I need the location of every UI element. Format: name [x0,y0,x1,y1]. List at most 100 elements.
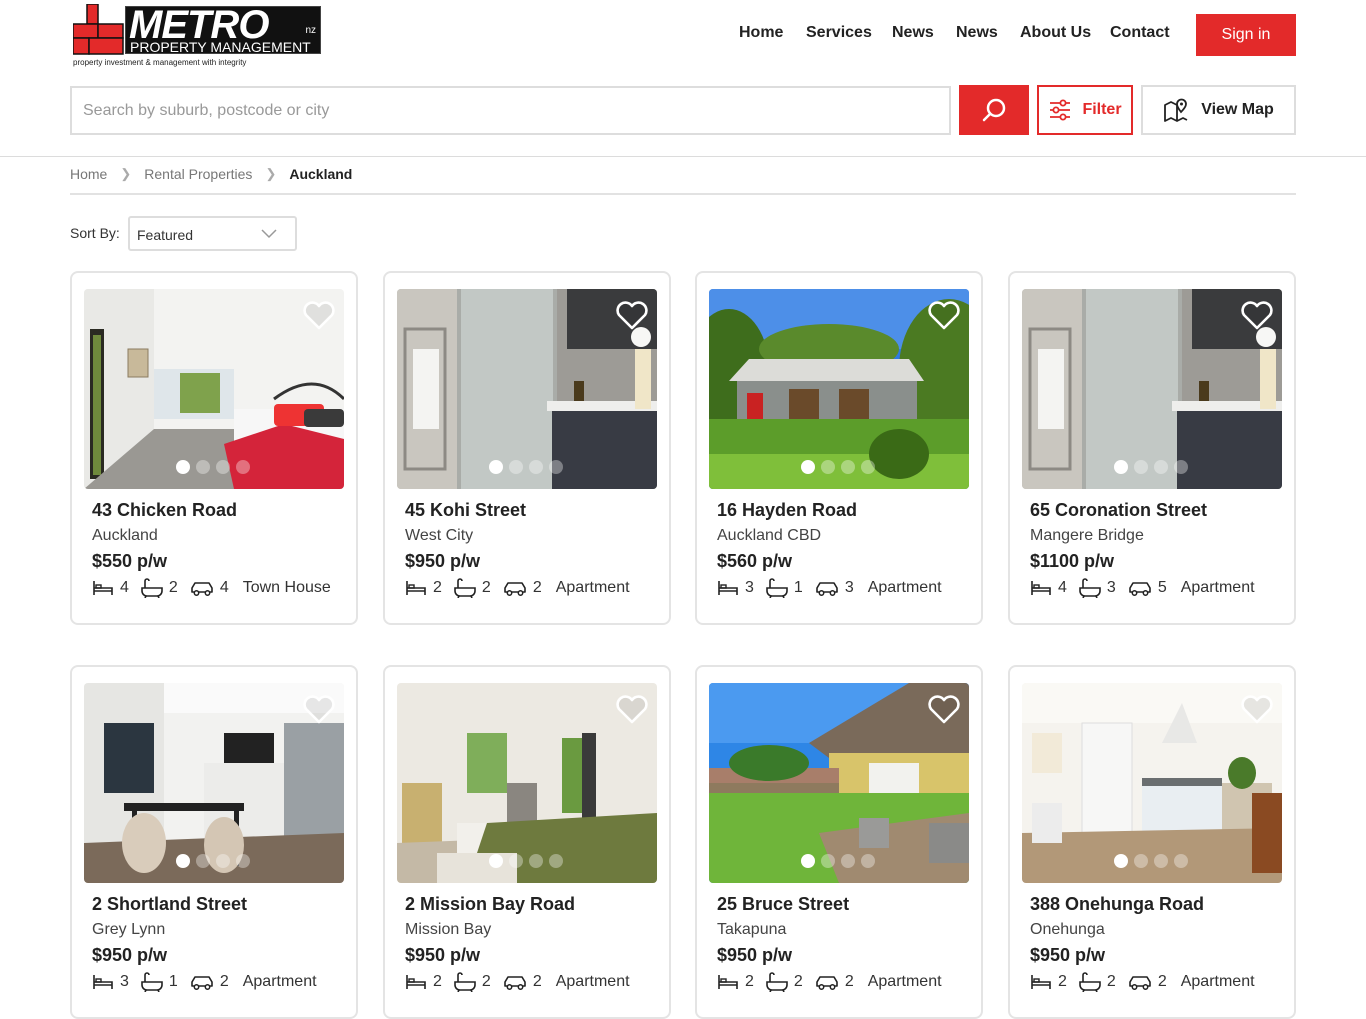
listing-photo[interactable] [709,683,969,883]
bath-icon [454,578,476,598]
carousel-dot[interactable] [509,854,523,868]
carousel-dot[interactable] [1174,460,1188,474]
carousel-dot[interactable] [841,460,855,474]
breadcrumb-rental-properties[interactable]: Rental Properties [144,166,252,182]
nav-contact[interactable]: Contact [1110,24,1170,42]
favorite-heart-icon[interactable] [1240,301,1274,331]
sign-in-button[interactable]: Sign in [1196,14,1296,56]
carousel-dot[interactable] [841,854,855,868]
sort-select[interactable]: Featured [128,216,297,251]
carousel-dot[interactable] [1134,854,1148,868]
carousel-dot[interactable] [489,460,503,474]
listing-card[interactable]: 2 Mission Bay Road Mission Bay $950 p/w … [383,665,671,1019]
listing-card[interactable]: 16 Hayden Road Auckland CBD $560 p/w 3 1… [695,271,983,625]
favorite-heart-icon[interactable] [615,695,649,725]
car-icon [504,582,526,596]
carousel-dot[interactable] [489,854,503,868]
bathroom-count: 2 [793,973,803,990]
filter-label: Filter [1082,101,1122,118]
carousel-dot[interactable] [176,854,190,868]
nav-about-us[interactable]: About Us [1020,24,1091,42]
view-map-button[interactable]: View Map [1141,85,1296,135]
listing-address[interactable]: 2 Shortland Street [92,894,247,915]
carousel-dot[interactable] [861,460,875,474]
nav-news-2[interactable]: News [956,24,998,42]
carousel-dot[interactable] [1114,854,1128,868]
carousel-dot[interactable] [529,460,543,474]
carousel-dot[interactable] [861,854,875,868]
favorite-heart-icon[interactable] [302,695,336,725]
nav-news[interactable]: News [892,24,934,42]
carousel-dot[interactable] [236,854,250,868]
bedroom-count: 4 [1058,579,1067,596]
carousel-dot[interactable] [821,854,835,868]
carousel-dot[interactable] [549,854,563,868]
carousel-dot[interactable] [1154,460,1168,474]
listing-photo[interactable] [1022,289,1282,489]
bath-icon [141,972,163,992]
carousel-dot[interactable] [216,460,230,474]
favorite-heart-icon[interactable] [927,301,961,331]
listing-photo[interactable] [397,683,657,883]
listing-card[interactable]: 43 Chicken Road Auckland $550 p/w 4 2 4 … [70,271,358,625]
carousel-dot[interactable] [236,460,250,474]
chevron-down-icon [261,229,277,239]
listing-photo[interactable] [1022,683,1282,883]
carousel-dots [1114,854,1188,868]
listing-photo[interactable] [397,289,657,489]
carousel-dot[interactable] [176,460,190,474]
bedrooms: 4 [1030,579,1067,597]
listing-photo[interactable] [709,289,969,489]
listing-address[interactable]: 2 Mission Bay Road [405,894,575,915]
listing-features: 3 1 2 Apartment [92,972,317,992]
carousel-dot[interactable] [509,460,523,474]
listing-address[interactable]: 388 Onehunga Road [1030,894,1204,915]
bed-icon [406,581,426,595]
carousel-dot[interactable] [1114,460,1128,474]
carousel-dot[interactable] [1154,854,1168,868]
carousel-dot[interactable] [216,854,230,868]
carousel-dot[interactable] [821,460,835,474]
listing-suburb: West City [405,527,474,544]
carousel-dot[interactable] [529,854,543,868]
nav-services[interactable]: Services [806,24,872,42]
listing-address[interactable]: 45 Kohi Street [405,500,526,521]
listing-address[interactable]: 25 Bruce Street [717,894,849,915]
filter-button[interactable]: Filter [1037,85,1133,135]
listing-address[interactable]: 65 Coronation Street [1030,500,1207,521]
listing-card[interactable]: 45 Kohi Street West City $950 p/w 2 2 2 … [383,271,671,625]
carousel-dot[interactable] [196,460,210,474]
listing-card[interactable]: 65 Coronation Street Mangere Bridge $110… [1008,271,1296,625]
logo-tagline: property investment & management with in… [73,58,247,67]
breadcrumb: Home ❯ Rental Properties ❯ Auckland [70,166,1296,195]
listing-card[interactable]: 2 Shortland Street Grey Lynn $950 p/w 3 … [70,665,358,1019]
listing-address[interactable]: 16 Hayden Road [717,500,857,521]
listing-card[interactable]: 388 Onehunga Road Onehunga $950 p/w 2 2 … [1008,665,1296,1019]
bath-icon [766,972,788,992]
car-space-count: 2 [1157,973,1167,990]
carousel-dots [489,854,563,868]
carousel-dot[interactable] [549,460,563,474]
carousel-dot[interactable] [801,460,815,474]
favorite-heart-icon[interactable] [302,301,336,331]
favorite-heart-icon[interactable] [615,301,649,331]
carousel-dots [801,460,875,474]
listing-photo[interactable] [84,289,344,489]
carousel-dot[interactable] [801,854,815,868]
search-input[interactable] [70,86,951,135]
favorite-heart-icon[interactable] [927,695,961,725]
metro-logo[interactable]: METRO nz PROPERTY MANAGEMENT property in… [73,3,323,68]
favorite-heart-icon[interactable] [1240,695,1274,725]
listing-photo[interactable] [84,683,344,883]
breadcrumb-current: Auckland [289,166,353,182]
carousel-dot[interactable] [1174,854,1188,868]
bathrooms: 3 [1079,578,1116,598]
nav-home[interactable]: Home [739,24,783,42]
listing-card[interactable]: 25 Bruce Street Takapuna $950 p/w 2 2 2 … [695,665,983,1019]
listing-address[interactable]: 43 Chicken Road [92,500,237,521]
listing-price: $950 p/w [405,945,481,965]
carousel-dot[interactable] [1134,460,1148,474]
carousel-dot[interactable] [196,854,210,868]
breadcrumb-home[interactable]: Home [70,166,107,182]
search-button[interactable] [959,85,1029,135]
